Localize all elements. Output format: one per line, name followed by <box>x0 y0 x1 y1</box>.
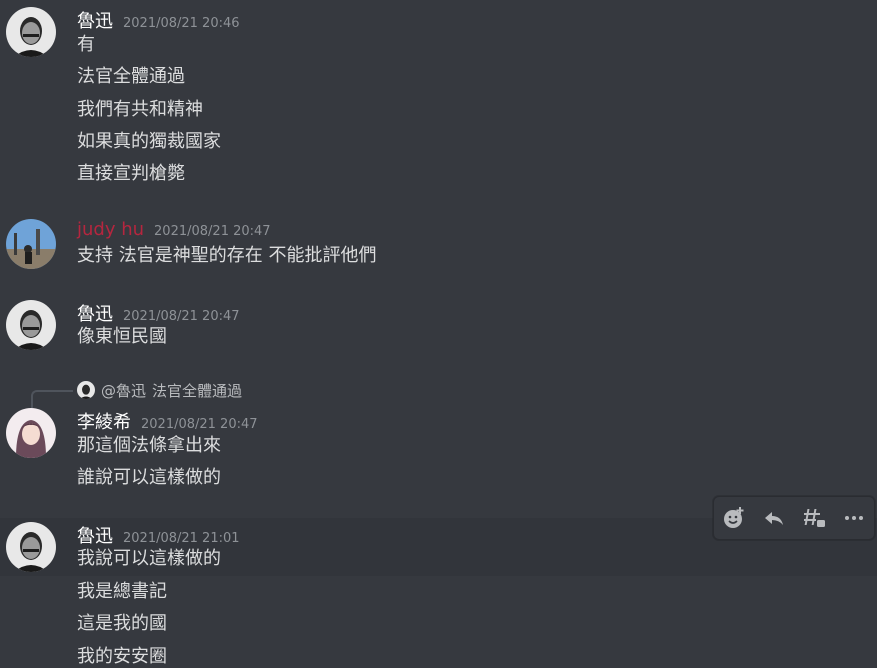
message-line: 支持 法官是神聖的存在 不能批評他們 <box>77 245 377 266</box>
reply-text[interactable]: 法官全體通過 <box>152 380 242 401</box>
avatar-li-lingxi[interactable] <box>6 408 56 458</box>
username[interactable]: 魯迅 <box>77 300 113 326</box>
add-reaction-button[interactable] <box>717 501 751 535</box>
username[interactable]: 魯迅 <box>77 522 113 548</box>
avatar-luxun[interactable] <box>6 7 56 57</box>
avatar-luxun[interactable] <box>6 300 56 350</box>
avatar-judy-hu[interactable] <box>6 219 56 269</box>
message-line: 如果真的獨裁國家 <box>77 131 221 152</box>
username[interactable]: 魯迅 <box>77 7 113 33</box>
create-thread-button[interactable] <box>797 501 831 535</box>
reply-connector <box>31 390 73 408</box>
more-options-icon <box>845 516 863 520</box>
message-header: judy hu 2021/08/21 20:47 <box>77 219 271 243</box>
message-header: 魯迅 2021/08/21 21:01 <box>77 522 240 548</box>
message-line: 誰說可以這樣做的 <box>77 467 221 488</box>
username[interactable]: judy hu <box>77 219 144 240</box>
create-thread-icon <box>804 509 825 527</box>
reply-avatar <box>77 381 95 399</box>
timestamp[interactable]: 2021/08/21 20:47 <box>123 309 240 324</box>
timestamp[interactable]: 2021/08/21 20:46 <box>123 16 240 31</box>
reply-icon <box>765 512 783 525</box>
message-header: 魯迅 2021/08/21 20:47 <box>77 300 240 326</box>
chat-messages: 魯迅 2021/08/21 20:46 有 法官全體通過 我們有共和精神 如果真… <box>0 0 877 668</box>
timestamp[interactable]: 2021/08/21 21:01 <box>123 531 240 546</box>
message-line: 直接宣判槍斃 <box>77 163 185 184</box>
more-options-button[interactable] <box>837 501 871 535</box>
message-line: 那這個法條拿出來 <box>77 435 221 456</box>
message-line: 法官全體通過 <box>77 66 185 87</box>
message-line: 像東恒民國 <box>77 326 167 347</box>
message-line: 有 <box>77 34 95 55</box>
message-header: 魯迅 2021/08/21 20:46 <box>77 7 240 33</box>
timestamp[interactable]: 2021/08/21 20:47 <box>141 417 258 432</box>
reply-reference[interactable]: @魯迅 法官全體通過 <box>77 379 242 401</box>
message-line: 我們有共和精神 <box>77 99 203 120</box>
reply-button[interactable] <box>757 501 791 535</box>
message-line: 這是我的國 <box>77 613 167 634</box>
message-line: 我是總書記 <box>77 581 167 602</box>
message-line: 我的安安圈 <box>77 646 167 667</box>
timestamp[interactable]: 2021/08/21 20:47 <box>154 224 271 239</box>
reply-author[interactable]: @魯迅 <box>101 380 146 401</box>
message-line: 我說可以這樣做的 <box>77 548 221 569</box>
avatar-luxun[interactable] <box>6 522 56 572</box>
username[interactable]: 李綾希 <box>77 408 131 434</box>
message-header: 李綾希 2021/08/21 20:47 <box>77 408 258 434</box>
message-actions-toolbar <box>713 496 875 540</box>
add-reaction-icon <box>724 507 744 528</box>
